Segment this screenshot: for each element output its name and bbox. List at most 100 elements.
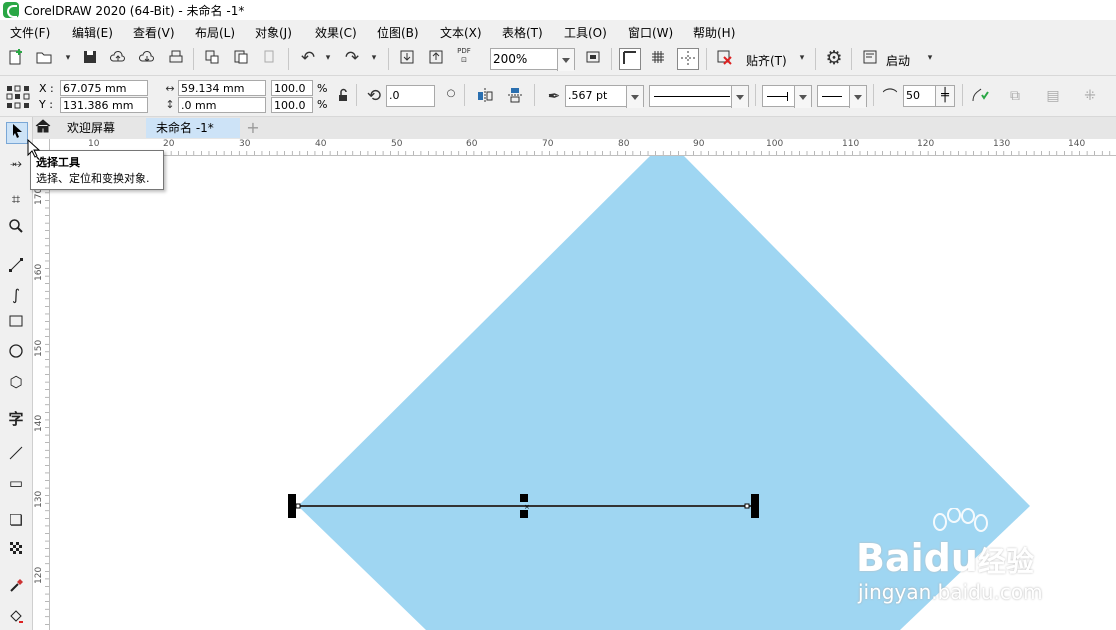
menu-view[interactable]: 查看(V)	[133, 24, 175, 41]
h-tick-label: 70	[542, 139, 554, 149]
copy-icon[interactable]	[202, 48, 222, 68]
interactive-tool-icon[interactable]: ▭	[6, 473, 26, 493]
cloud-download-icon[interactable]	[137, 48, 157, 68]
rulers-toggle-icon[interactable]	[619, 48, 641, 70]
menu-object[interactable]: 对象(J)	[255, 24, 292, 41]
zoom-level-combo[interactable]: 200%	[490, 48, 575, 71]
cloud-upload-icon[interactable]	[108, 48, 128, 68]
redo-icon[interactable]: ↷	[342, 48, 362, 68]
vertical-ruler[interactable]: 170 160 150 140 130 120	[33, 155, 50, 630]
fill-icon[interactable]	[6, 608, 26, 628]
artistic-media-tool-icon[interactable]: ∫	[6, 285, 26, 305]
object-origin-icon[interactable]	[5, 84, 31, 110]
pick-tool-icon[interactable]	[6, 122, 28, 144]
zoom-tool-icon[interactable]	[6, 218, 26, 238]
width-field[interactable]: 59.134 mm	[178, 80, 266, 96]
menu-text[interactable]: 文本(X)	[440, 24, 482, 41]
eyedropper-icon[interactable]	[6, 578, 26, 598]
rectangle-tool-icon[interactable]	[6, 313, 26, 333]
paste-disabled-icon[interactable]	[260, 48, 280, 68]
menu-help[interactable]: 帮助(H)	[693, 24, 735, 41]
snap-dropdown-icon[interactable]: ▾	[792, 48, 812, 68]
break-apart-icon[interactable]: ⧉	[1005, 86, 1025, 106]
tooltip-title: 选择工具	[36, 156, 80, 169]
open-dropdown-icon[interactable]: ▾	[58, 48, 78, 68]
document-tab-bar: 欢迎屏幕 未命名 -1* +	[33, 117, 1116, 139]
text-tool-icon[interactable]: 字	[6, 409, 26, 429]
menu-bitmaps[interactable]: 位图(B)	[377, 24, 419, 41]
lock-ratio-icon[interactable]	[333, 87, 353, 107]
menu-file[interactable]: 文件(F)	[10, 24, 50, 41]
menu-tools[interactable]: 工具(O)	[564, 24, 607, 41]
tab-untitled-document[interactable]: 未命名 -1*	[146, 118, 240, 138]
height-field[interactable]: .0 mm	[178, 97, 266, 113]
print-icon[interactable]	[166, 48, 186, 68]
ellipse-tool-icon[interactable]	[6, 343, 26, 363]
h-tick-label: 140	[1068, 139, 1086, 149]
horizontal-ruler[interactable]: 10 20 30 40 50 60 70 80 90 100 110 120 1…	[50, 139, 1116, 156]
drop-shadow-icon[interactable]: ❏	[6, 510, 26, 530]
settings-icon[interactable]: ⚙	[824, 48, 844, 68]
launch-dropdown-icon[interactable]: ▾	[920, 48, 940, 68]
start-arrowhead-combo[interactable]	[762, 85, 812, 108]
degree-icon: ○	[446, 88, 456, 99]
undo-dropdown-icon[interactable]: ▾	[318, 48, 338, 68]
end-arrowhead-dropdown-button[interactable]	[849, 86, 866, 108]
line-style-combo[interactable]	[649, 85, 749, 108]
shape-tool-icon[interactable]: ⥇	[6, 153, 26, 173]
launch-icon[interactable]	[860, 48, 880, 68]
open-icon[interactable]	[34, 48, 54, 68]
export-icon[interactable]	[426, 48, 446, 68]
home-icon[interactable]	[33, 118, 53, 138]
undo-icon[interactable]: ↶	[298, 48, 318, 68]
menu-effects[interactable]: 效果(C)	[315, 24, 357, 41]
new-file-icon[interactable]	[6, 48, 26, 68]
tooltip-description: 选择、定位和变换对象.	[36, 172, 150, 185]
outline-width-combo[interactable]: .567 pt	[565, 85, 644, 108]
y-label: Y :	[39, 98, 53, 111]
zoom-fit-icon[interactable]	[583, 48, 603, 68]
polygon-tool-icon[interactable]: ⬡	[6, 372, 26, 392]
save-icon[interactable]	[80, 48, 100, 68]
redo-dropdown-icon[interactable]: ▾	[364, 48, 384, 68]
close-curve-icon[interactable]	[970, 86, 990, 106]
snap-to-label[interactable]: 贴齐(T)	[746, 52, 787, 69]
smoothing-field[interactable]: 50 ╪	[903, 85, 955, 107]
start-arrowhead-dropdown-button[interactable]	[794, 86, 811, 108]
toolbox: ⥇ ⌗ ∫ ⬡ 字 ▭ ❏	[0, 117, 33, 630]
scale-y-field[interactable]: 100.0	[271, 97, 313, 113]
menu-window[interactable]: 窗口(W)	[628, 24, 673, 41]
menu-layout[interactable]: 布局(L)	[195, 24, 235, 41]
outline-pen-icon[interactable]: ✒	[544, 86, 564, 106]
connector-tool-icon[interactable]	[6, 445, 26, 465]
convert-icon[interactable]: ⁜	[1080, 86, 1100, 106]
grid-toggle-icon[interactable]	[648, 48, 668, 68]
line-style-dropdown-button[interactable]	[731, 86, 748, 108]
mirror-vertical-icon[interactable]	[505, 86, 525, 106]
x-label: X :	[39, 82, 54, 95]
paste-icon[interactable]	[231, 48, 251, 68]
smoothing-slider-icon[interactable]: ╪	[935, 86, 954, 106]
launch-label[interactable]: 启动	[886, 52, 910, 69]
tab-welcome-screen[interactable]: 欢迎屏幕	[57, 118, 125, 138]
menu-edit[interactable]: 编辑(E)	[72, 24, 113, 41]
mirror-horizontal-icon[interactable]	[475, 86, 495, 106]
import-icon[interactable]	[397, 48, 417, 68]
add-tab-icon[interactable]: +	[243, 118, 263, 138]
scale-x-field[interactable]: 100.0	[271, 80, 313, 96]
snap-off-icon[interactable]	[714, 48, 734, 68]
wrap-text-icon[interactable]: ▤	[1043, 86, 1063, 106]
outline-width-dropdown-button[interactable]	[626, 86, 643, 108]
x-position-field[interactable]: 67.075 mm	[60, 80, 148, 96]
zoom-dropdown-button[interactable]	[557, 49, 574, 71]
rotation-angle-field[interactable]: .0	[386, 85, 435, 107]
transparency-icon[interactable]	[6, 540, 26, 560]
guidelines-toggle-icon[interactable]	[677, 48, 699, 70]
h-tick-label: 100	[766, 139, 784, 149]
crop-tool-icon[interactable]: ⌗	[6, 189, 26, 209]
publish-pdf-icon[interactable]: PDF ⊡	[454, 47, 474, 67]
menu-table[interactable]: 表格(T)	[502, 24, 543, 41]
end-arrowhead-combo[interactable]	[817, 85, 867, 108]
y-position-field[interactable]: 131.386 mm	[60, 97, 148, 113]
freehand-tool-icon[interactable]	[6, 257, 26, 277]
